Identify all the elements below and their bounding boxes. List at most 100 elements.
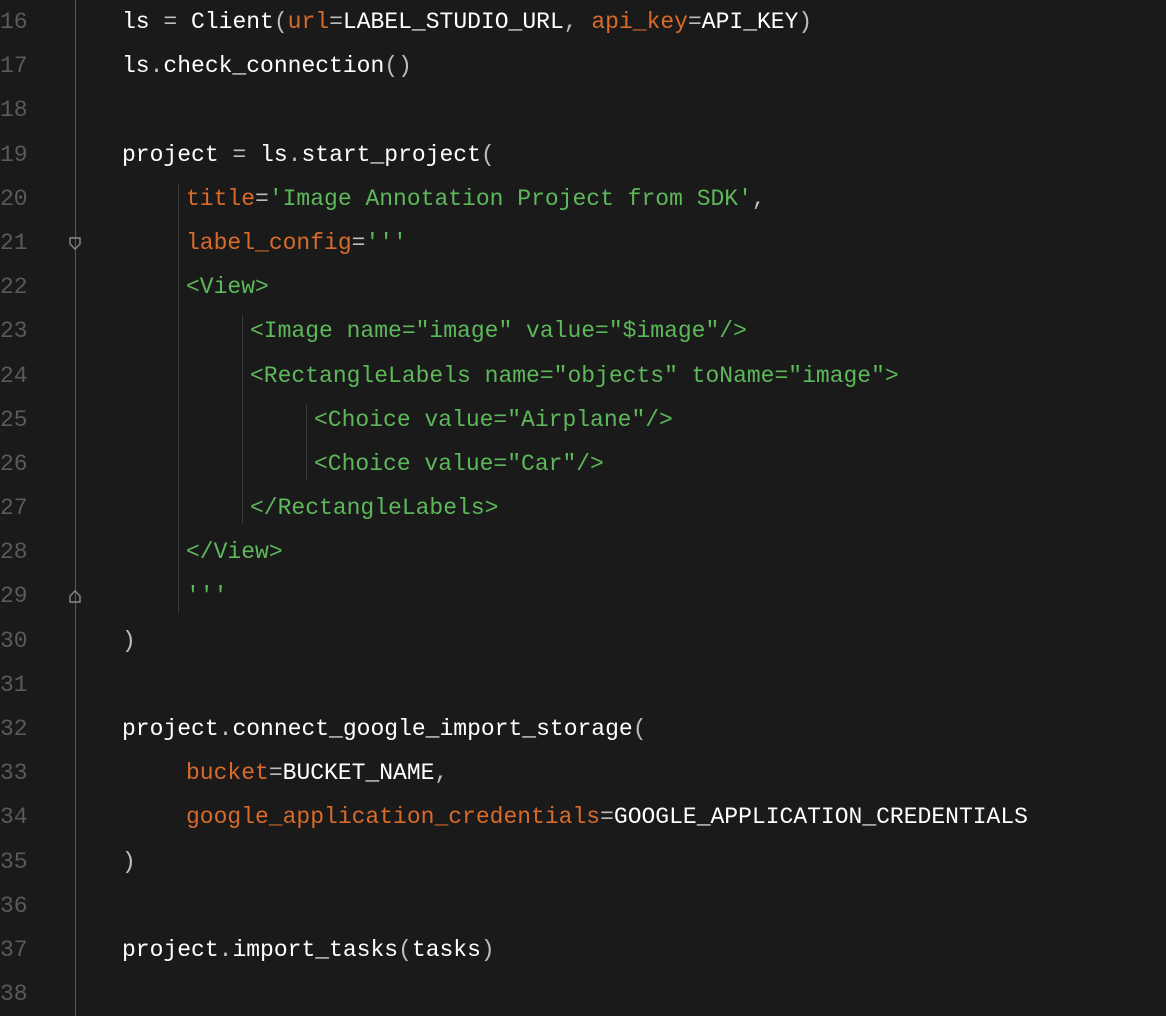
code-token: <View> xyxy=(186,274,269,300)
code-token: ) xyxy=(122,849,136,875)
fold-row xyxy=(60,0,92,44)
fold-row xyxy=(60,354,92,398)
code-token: </View> xyxy=(186,539,283,565)
line-number: 35 xyxy=(0,840,48,884)
code-token: ( xyxy=(633,716,647,742)
code-line[interactable]: <RectangleLabels name="objects" toName="… xyxy=(100,354,1166,398)
code-line[interactable]: ''' xyxy=(100,574,1166,618)
fold-collapse-icon[interactable] xyxy=(67,235,83,251)
code-line[interactable]: <Choice value="Car"/> xyxy=(100,442,1166,486)
code-token: = xyxy=(269,760,283,786)
code-line[interactable] xyxy=(100,972,1166,1016)
code-token: , xyxy=(564,9,592,35)
code-line[interactable]: project.connect_google_import_storage( xyxy=(100,707,1166,751)
code-token: <Choice value="Car"/> xyxy=(314,451,604,477)
code-token: 'Image Annotation Project from SDK' xyxy=(269,186,752,212)
code-line[interactable]: ) xyxy=(100,840,1166,884)
code-token: LABEL_STUDIO_URL xyxy=(343,9,564,35)
code-token: tasks xyxy=(412,937,481,963)
code-token: label_config xyxy=(186,230,352,256)
line-number: 27 xyxy=(0,486,48,530)
code-token: ( xyxy=(398,937,412,963)
code-editor[interactable]: 1617181920212223242526272829303132333435… xyxy=(0,0,1166,1016)
fold-row xyxy=(60,840,92,884)
code-token: = xyxy=(163,9,177,35)
line-number: 22 xyxy=(0,265,48,309)
code-token: () xyxy=(384,53,412,79)
code-token: <Image name="image" value="$image"/> xyxy=(250,318,747,344)
code-token: . xyxy=(219,716,233,742)
fold-row xyxy=(60,751,92,795)
code-line[interactable]: ls = Client(url=LABEL_STUDIO_URL, api_ke… xyxy=(100,0,1166,44)
code-token: connect_google_import_storage xyxy=(232,716,632,742)
code-token: = xyxy=(352,230,366,256)
code-token: ls xyxy=(122,9,163,35)
code-line[interactable]: <View> xyxy=(100,265,1166,309)
indent-guide xyxy=(306,404,307,480)
fold-expand-icon[interactable] xyxy=(67,589,83,605)
code-token: check_connection xyxy=(163,53,384,79)
code-token: = xyxy=(329,9,343,35)
fold-row xyxy=(60,442,92,486)
code-token: project xyxy=(122,716,219,742)
code-token: . xyxy=(219,937,233,963)
fold-row xyxy=(60,530,92,574)
line-number: 36 xyxy=(0,884,48,928)
code-token: <Choice value="Airplane"/> xyxy=(314,407,673,433)
code-token: = xyxy=(232,142,246,168)
fold-row xyxy=(60,265,92,309)
code-token: ''' xyxy=(186,583,227,609)
code-token: <RectangleLabels name="objects" toName="… xyxy=(250,363,899,389)
code-token: ( xyxy=(274,9,288,35)
code-line[interactable]: ) xyxy=(100,619,1166,663)
fold-row xyxy=(60,928,92,972)
code-line[interactable]: project = ls.start_project( xyxy=(100,133,1166,177)
fold-row xyxy=(60,486,92,530)
code-line[interactable]: title='Image Annotation Project from SDK… xyxy=(100,177,1166,221)
indent-guide xyxy=(242,315,243,524)
code-token: import_tasks xyxy=(232,937,398,963)
code-token: , xyxy=(752,186,766,212)
code-token: . xyxy=(150,53,164,79)
code-token: </RectangleLabels> xyxy=(250,495,498,521)
code-token: Client xyxy=(177,9,274,35)
code-token: . xyxy=(288,142,302,168)
code-line[interactable] xyxy=(100,663,1166,707)
fold-row xyxy=(60,133,92,177)
code-line[interactable] xyxy=(100,884,1166,928)
code-area[interactable]: ls = Client(url=LABEL_STUDIO_URL, api_ke… xyxy=(92,0,1166,1016)
line-number: 24 xyxy=(0,354,48,398)
line-number: 28 xyxy=(0,530,48,574)
fold-row xyxy=(60,88,92,132)
code-token: = xyxy=(600,804,614,830)
fold-row xyxy=(60,44,92,88)
code-line[interactable]: ls.check_connection() xyxy=(100,44,1166,88)
line-number: 16 xyxy=(0,0,48,44)
code-line[interactable]: </View> xyxy=(100,530,1166,574)
code-token: = xyxy=(255,186,269,212)
code-token: ) xyxy=(798,9,812,35)
code-line[interactable]: google_application_credentials=GOOGLE_AP… xyxy=(100,795,1166,839)
code-token: project xyxy=(122,142,232,168)
code-token: GOOGLE_APPLICATION_CREDENTIALS xyxy=(614,804,1028,830)
code-line[interactable]: project.import_tasks(tasks) xyxy=(100,928,1166,972)
code-line[interactable]: label_config=''' xyxy=(100,221,1166,265)
line-number: 26 xyxy=(0,442,48,486)
code-line[interactable]: </RectangleLabels> xyxy=(100,486,1166,530)
line-number: 30 xyxy=(0,619,48,663)
code-line[interactable] xyxy=(100,88,1166,132)
fold-guide-line xyxy=(75,0,76,1016)
code-line[interactable]: bucket=BUCKET_NAME, xyxy=(100,751,1166,795)
line-number: 21 xyxy=(0,221,48,265)
code-token: BUCKET_NAME xyxy=(283,760,435,786)
line-number: 37 xyxy=(0,928,48,972)
fold-row xyxy=(60,707,92,751)
fold-row xyxy=(60,619,92,663)
line-number: 19 xyxy=(0,133,48,177)
line-number: 18 xyxy=(0,88,48,132)
line-number: 31 xyxy=(0,663,48,707)
code-line[interactable]: <Image name="image" value="$image"/> xyxy=(100,309,1166,353)
code-token: url xyxy=(288,9,329,35)
code-line[interactable]: <Choice value="Airplane"/> xyxy=(100,398,1166,442)
line-number: 20 xyxy=(0,177,48,221)
